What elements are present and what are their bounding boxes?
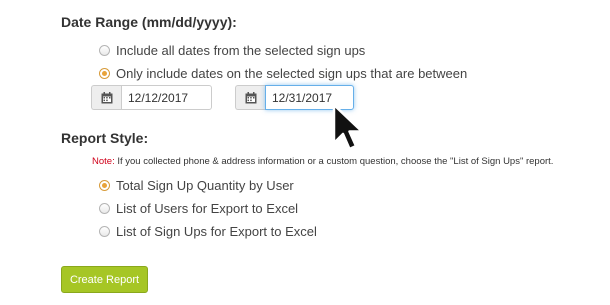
radio-label: Only include dates on the selected sign … xyxy=(116,65,468,81)
radio-include-all-dates[interactable]: Include all dates from the selected sign… xyxy=(99,42,365,58)
radio-button-selected[interactable] xyxy=(99,179,110,191)
radio-button-selected[interactable] xyxy=(99,67,110,79)
radio-label: List of Users for Export to Excel xyxy=(116,200,299,216)
radio-label: List of Sign Ups for Export to Excel xyxy=(116,223,317,239)
radio-label: Include all dates from the selected sign… xyxy=(116,42,366,58)
radio-list-of-sign-ups[interactable]: List of Sign Ups for Export to Excel xyxy=(99,223,317,239)
radio-only-between-dates[interactable]: Only include dates on the selected sign … xyxy=(99,65,467,81)
report-style-title: Report Style: xyxy=(61,130,149,146)
end-date-calendar-button[interactable] xyxy=(235,85,265,110)
create-report-button[interactable]: Create Report xyxy=(61,266,148,293)
date-range-title: Date Range (mm/dd/yyyy): xyxy=(61,14,237,30)
mouse-pointer-icon xyxy=(332,103,364,151)
calendar-icon xyxy=(101,91,112,103)
radio-label: Total Sign Up Quantity by User xyxy=(116,177,294,193)
note-text: If you collected phone & address informa… xyxy=(114,156,554,167)
start-date-input[interactable] xyxy=(121,85,212,110)
radio-list-of-users[interactable]: List of Users for Export to Excel xyxy=(99,200,298,216)
start-date-group xyxy=(91,85,212,110)
start-date-calendar-button[interactable] xyxy=(91,85,121,110)
radio-button[interactable] xyxy=(99,44,110,56)
radio-total-sign-up-quantity[interactable]: Total Sign Up Quantity by User xyxy=(99,177,294,193)
radio-button[interactable] xyxy=(99,202,110,214)
report-style-note: Note: If you collected phone & address i… xyxy=(92,156,553,167)
calendar-icon xyxy=(245,91,256,103)
radio-button[interactable] xyxy=(99,225,110,237)
note-label: Note: xyxy=(92,156,115,167)
